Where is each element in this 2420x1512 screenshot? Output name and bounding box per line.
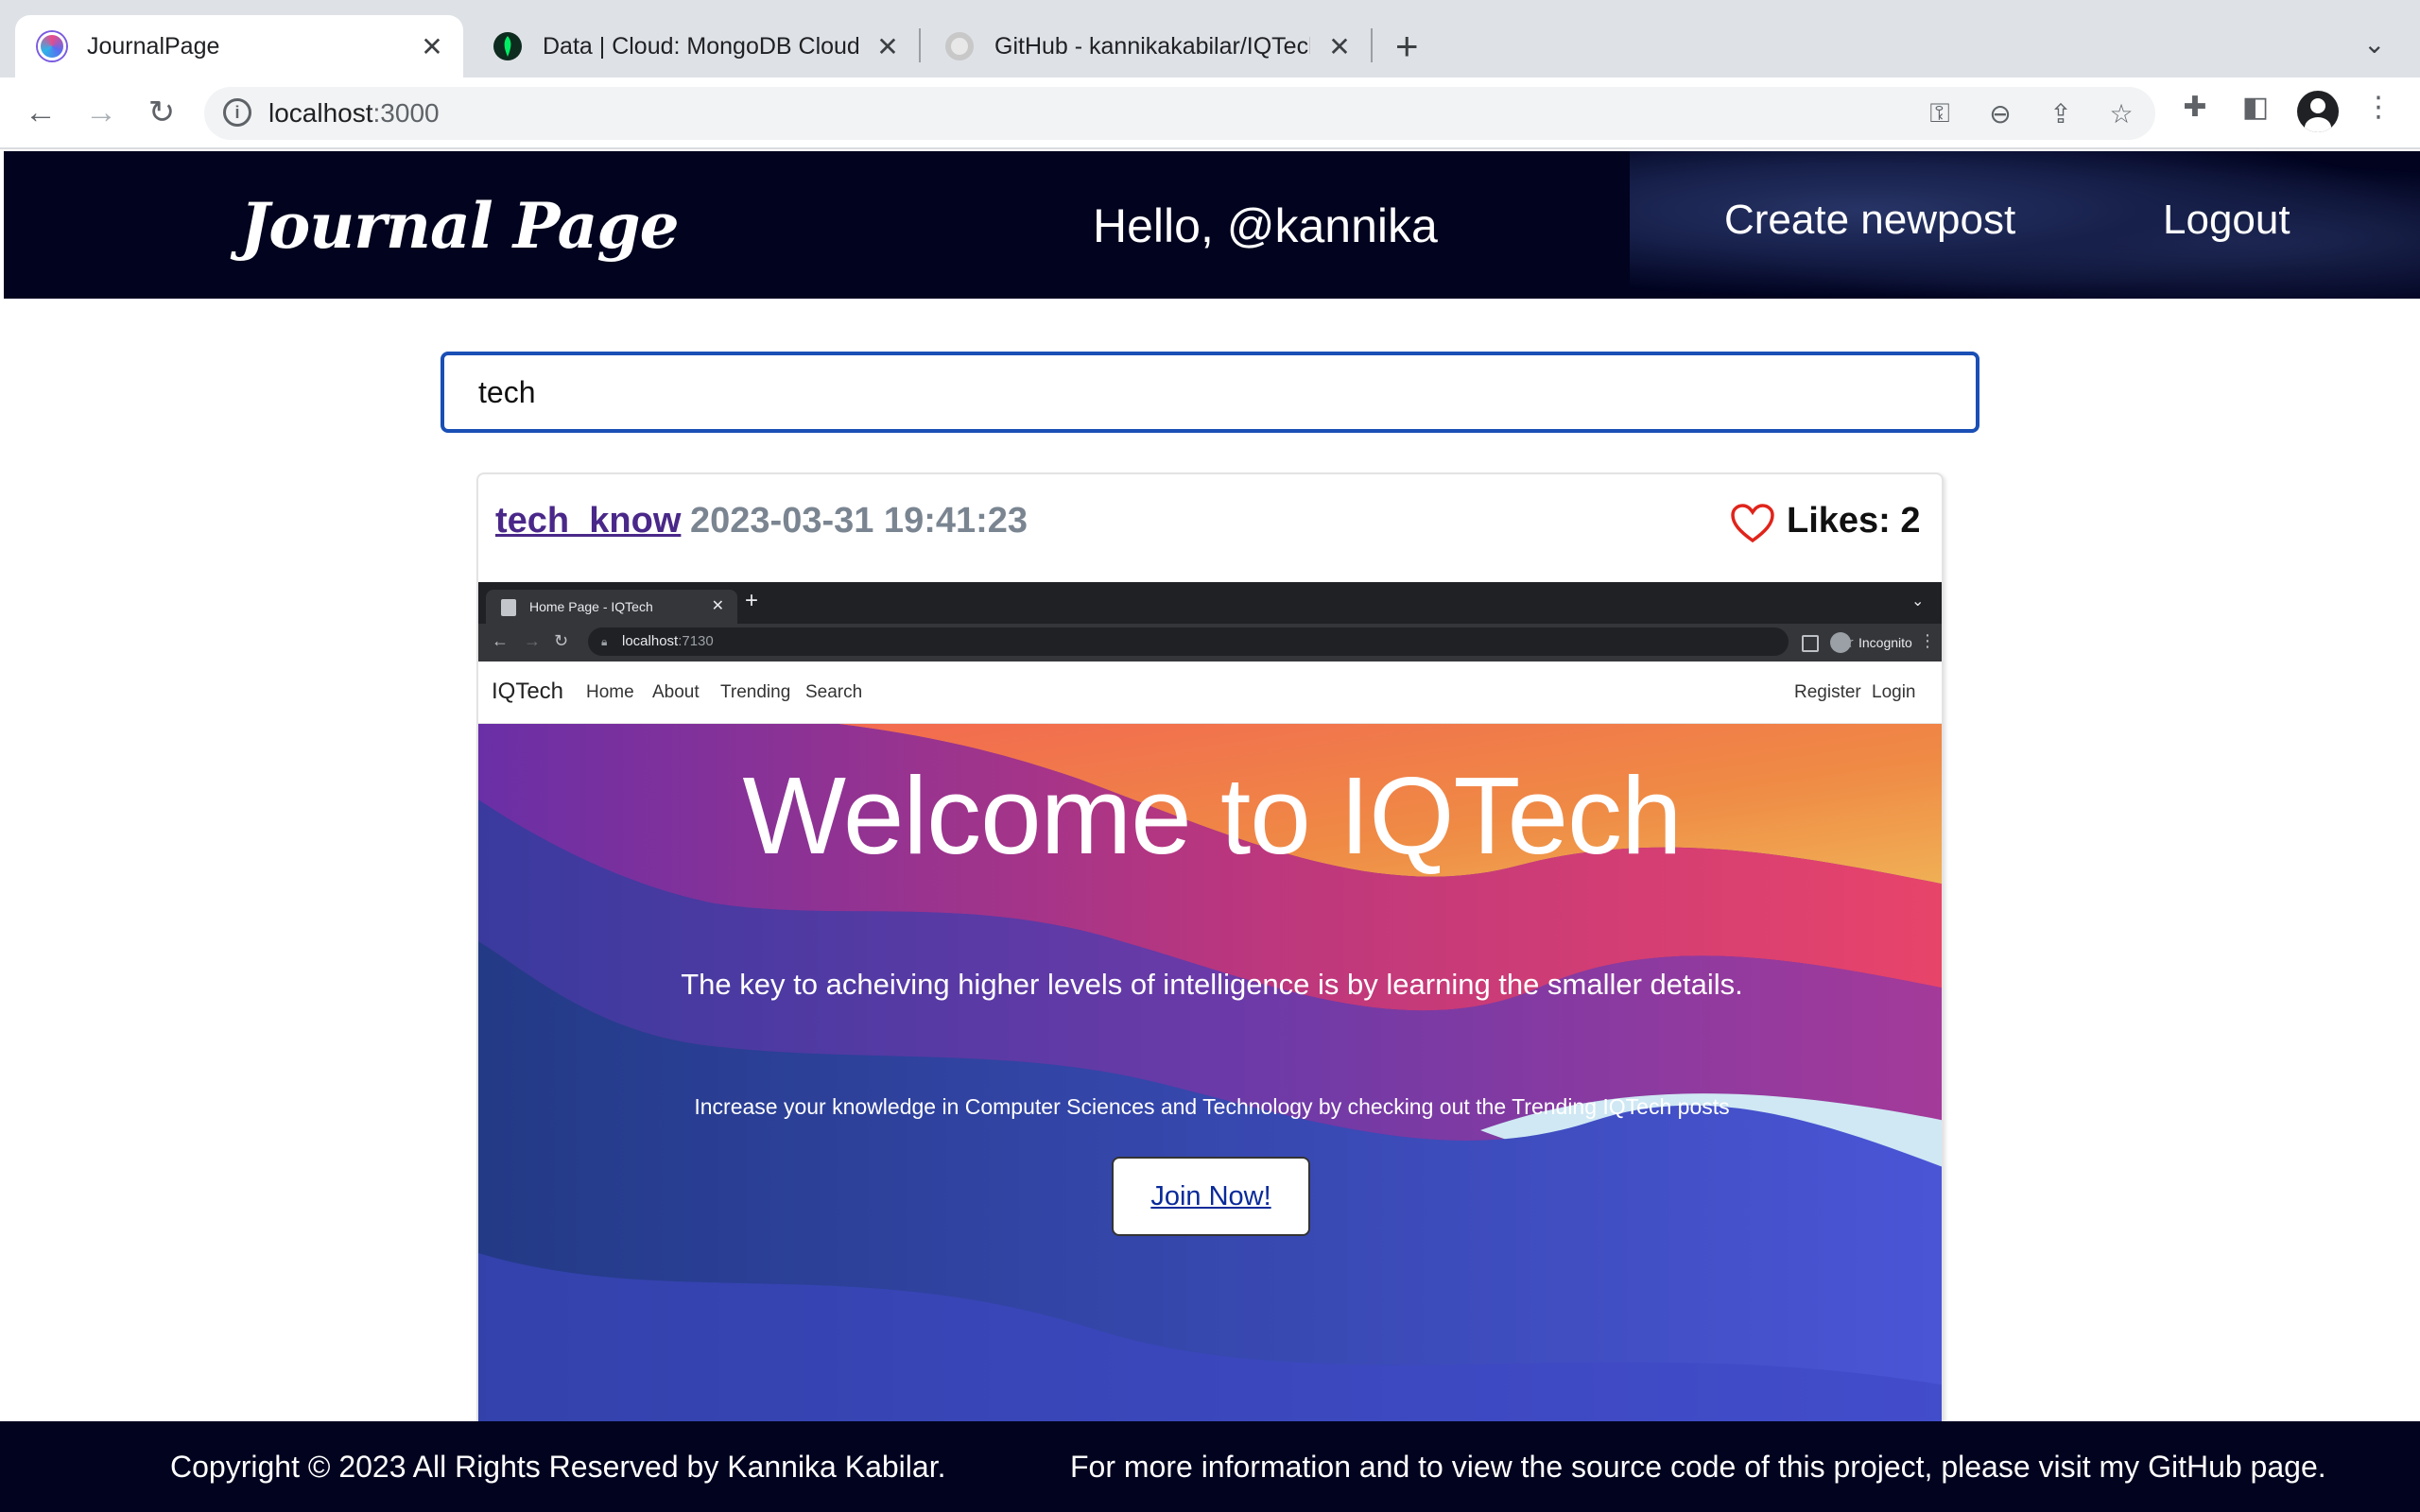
tab-github[interactable]: GitHub - kannikakabilar/IQTech ✕ [923,15,1371,77]
new-tab-button[interactable]: + [1395,25,1419,68]
iqtech-login: Login [1872,682,1916,702]
image-back-icon: ← [492,631,509,650]
journalpage-favicon-icon [38,32,66,60]
image-address-bar: 🔒︎ localhost:7130 ☆ [588,627,1855,656]
github-icon [945,32,974,60]
hero-title: Welcome to IQTech [742,754,1682,877]
likes-count: Likes: 2 [1787,501,1921,541]
iqtech-nav-trending: Trending [720,682,791,702]
tab-search-chevron-down-icon[interactable]: ⌄ [2363,28,2385,60]
page-favicon-icon [501,599,516,616]
create-newpost-link[interactable]: Create newpost [1724,197,2015,244]
browser-toolbar: ← → ↻ i localhost:3000 ⚿ ⊖ ⇪ ☆ [0,77,2420,149]
site-logo[interactable]: Journal Page [240,189,680,263]
logout-link[interactable]: Logout [2163,197,2290,244]
iqtech-brand: IQTech [492,679,564,704]
share-icon[interactable]: ⇪ [2044,98,2078,129]
reload-icon[interactable]: ↻ [140,91,183,134]
image-forward-icon: → [524,631,541,650]
iqtech-nav-home: Home [586,682,634,702]
image-tab-close-icon: ✕ [711,598,724,614]
tab-journalpage[interactable]: JournalPage ✕ [15,15,463,77]
hero-subtitle: The key to acheiving higher levels of in… [681,968,1743,1001]
url-text[interactable]: localhost:3000 [268,98,440,129]
site-footer: Copyright © 2023 All Rights Reserved by … [0,1421,2420,1512]
profile-avatar-icon[interactable] [2297,91,2339,132]
browser-tab-strip: JournalPage ✕ Data | Cloud: MongoDB Clou… [0,0,2420,77]
bookmark-star-icon[interactable]: ☆ [2104,98,2138,129]
tab-close-icon[interactable]: ✕ [418,31,446,62]
key-icon[interactable]: ⚿ [1923,98,1957,129]
tab-title: Data | Cloud: MongoDB Cloud [543,32,858,60]
iqtech-navbar: IQTech Home About Trending Search Regist… [478,662,1942,724]
heart-like-icon[interactable] [1730,503,1775,544]
tab-separator [919,28,921,62]
site-header: Journal Page Hello, @kannika Create newp… [4,151,2420,299]
image-chevron-down-icon: ⌄ [1911,593,1925,610]
image-side-panel-icon [1802,635,1819,652]
image-tab: Home Page - IQTech ✕ [486,590,737,624]
side-panel-icon[interactable]: ◧ [2237,91,2274,124]
iqtech-register: Register [1794,682,1861,702]
address-bar[interactable]: i localhost:3000 ⚿ ⊖ ⇪ ☆ [204,87,2155,140]
post-username-link[interactable]: tech_know [495,501,681,541]
search-input[interactable] [441,352,1979,433]
image-browser-tabbar: Home Page - IQTech ✕ + ⌄ [478,582,1942,624]
footer-copyright: Copyright © 2023 All Rights Reserved by … [170,1450,946,1484]
tab-separator [1371,28,1373,62]
zoom-out-icon[interactable]: ⊖ [1983,98,2017,129]
kebab-menu-icon[interactable]: ⋮ [2360,91,2397,124]
image-lock-icon: 🔒︎ [601,635,608,648]
image-incognito-badge: Incognito [1830,629,1912,656]
tab-close-icon[interactable]: ✕ [1325,31,1354,62]
join-now-button: Join Now! [1112,1157,1310,1236]
tab-close-icon[interactable]: ✕ [873,31,902,62]
hero-description: Increase your knowledge in Computer Scie… [694,1094,1730,1119]
image-browser-toolbar: ← → ↻ 🔒︎ localhost:7130 ☆ Incognito ⋮ [478,624,1942,662]
user-greeting: Hello, @kannika [1093,199,1438,252]
back-arrow-icon[interactable]: ← [19,91,62,134]
tab-title: GitHub - kannikakabilar/IQTech [994,32,1310,60]
tab-mongodb[interactable]: Data | Cloud: MongoDB Cloud ✕ [471,15,919,77]
iqtech-nav-search: Search [805,682,863,702]
mongodb-leaf-icon [493,32,522,60]
site-info-icon[interactable]: i [223,98,251,127]
forward-arrow-icon[interactable]: → [79,91,123,134]
post-timestamp: 2023-03-31 19:41:23 [690,501,1028,541]
post-card: tech_know 2023-03-31 19:41:23 Likes: 2 H… [476,472,1944,1512]
image-reload-icon: ↻ [554,631,569,650]
extensions-puzzle-icon[interactable]: ✚ [2176,91,2214,124]
footer-github-info[interactable]: For more information and to view the sou… [1070,1450,2326,1485]
image-tab-title: Home Page - IQTech [529,599,653,614]
iqtech-hero: Welcome to IQTech The key to acheiving h… [478,724,1942,1512]
image-new-tab-icon: + [745,588,759,613]
tab-title: JournalPage [87,32,220,60]
image-kebab-menu-icon: ⋮ [1919,631,1936,650]
post-image: Home Page - IQTech ✕ + ⌄ ← → ↻ 🔒︎ localh… [478,582,1942,1512]
iqtech-nav-about: About [652,682,700,702]
